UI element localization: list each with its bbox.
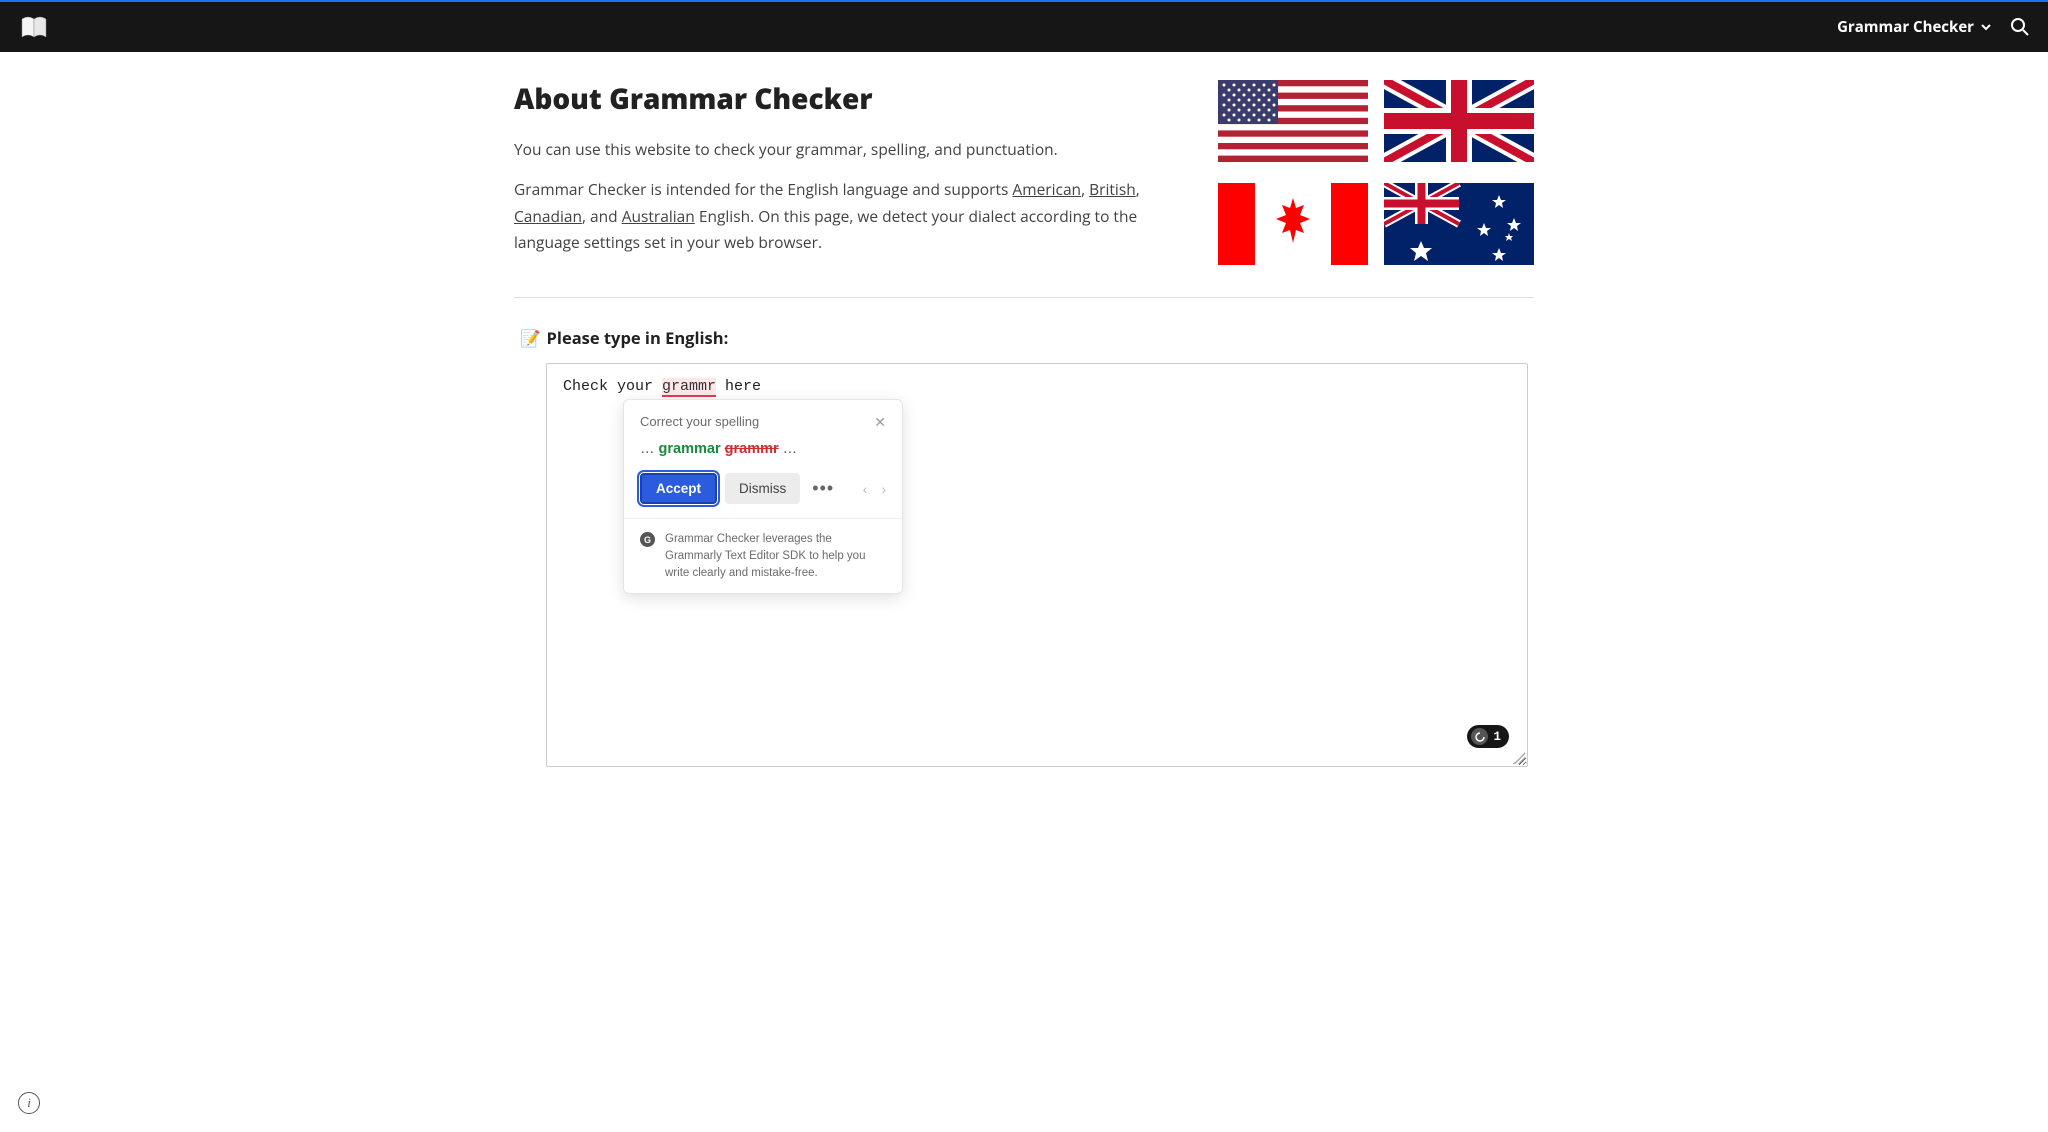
search-icon[interactable]	[2010, 17, 2030, 37]
grammarly-icon: G	[640, 532, 655, 547]
chevron-down-icon	[1980, 21, 1992, 33]
dismiss-button[interactable]: Dismiss	[725, 473, 800, 504]
page-title: About Grammar Checker	[514, 80, 1178, 118]
correct-word: grammar	[659, 441, 721, 457]
misspelled-word[interactable]: grammr	[662, 378, 716, 397]
accept-button[interactable]: Accept	[640, 473, 717, 504]
flags-grid	[1218, 80, 1534, 269]
prev-suggestion-icon[interactable]: ‹	[863, 481, 868, 497]
flag-uk	[1384, 80, 1534, 162]
issue-count: 1	[1493, 730, 1501, 744]
flag-australia	[1384, 183, 1534, 265]
popup-footer: G Grammar Checker leverages the Grammarl…	[624, 518, 902, 593]
editor-heading: 📝 Please type in English:	[520, 326, 1528, 349]
link-canadian[interactable]: Canadian	[514, 205, 582, 227]
flag-canada	[1218, 183, 1368, 265]
grammarly-badge[interactable]: 1	[1467, 725, 1509, 748]
nav-label: Grammar Checker	[1837, 17, 1974, 37]
dialect-paragraph: Grammar Checker is intended for the Engl…	[514, 176, 1178, 255]
resize-handle[interactable]	[1513, 752, 1525, 764]
more-options-icon[interactable]: •••	[808, 478, 838, 499]
info-icon[interactable]: i	[18, 1092, 40, 1114]
book-logo-icon[interactable]	[18, 13, 50, 41]
flag-usa	[1218, 80, 1368, 162]
intro-paragraph: You can use this website to check your g…	[514, 136, 1178, 162]
close-icon[interactable]: ✕	[874, 414, 886, 431]
correction-suggestion: … grammar grammr …	[640, 441, 886, 457]
link-american[interactable]: American	[1012, 178, 1081, 200]
memo-icon: 📝	[520, 326, 541, 349]
wrong-word: grammr	[725, 441, 779, 457]
link-australian[interactable]: Australian	[622, 205, 695, 227]
grammarly-circle-icon	[1471, 728, 1488, 745]
header: Grammar Checker	[0, 2, 2048, 52]
editor-section: 📝 Please type in English: Check your gra…	[514, 326, 1534, 767]
link-british[interactable]: British	[1089, 178, 1136, 200]
main-content: About Grammar Checker You can use this w…	[514, 52, 1534, 807]
correction-popup: Correct your spelling ✕ … grammar grammr…	[623, 399, 903, 594]
editor-text: Check your grammr here	[563, 378, 761, 397]
about-section: About Grammar Checker You can use this w…	[514, 80, 1534, 298]
next-suggestion-icon[interactable]: ›	[881, 481, 886, 497]
popup-title: Correct your spelling	[640, 414, 759, 429]
grammar-editor[interactable]: Check your grammr here Correct your spel…	[546, 363, 1528, 767]
nav-grammar-checker[interactable]: Grammar Checker	[1837, 17, 1992, 37]
popup-footer-text: Grammar Checker leverages the Grammarly …	[665, 531, 886, 581]
